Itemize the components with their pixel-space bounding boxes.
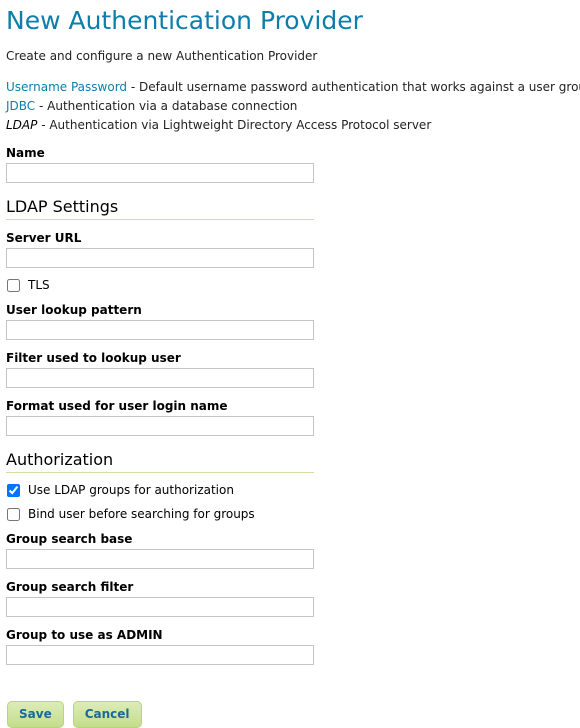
field-group-search-base: Group search base	[6, 532, 574, 569]
section-heading-authorization: Authorization	[6, 450, 314, 473]
group-search-filter-input[interactable]	[6, 597, 314, 617]
field-name: Name	[6, 146, 574, 183]
page-title: New Authentication Provider	[6, 6, 363, 35]
page-subtitle: Create and configure a new Authenticatio…	[6, 49, 318, 63]
use-ldap-groups-checkbox[interactable]	[7, 483, 20, 497]
group-search-base-input[interactable]	[6, 549, 314, 569]
tls-label[interactable]: TLS	[28, 278, 50, 292]
checkbox-row-bind-user-before-search: Bind user before searching for groups	[6, 507, 574, 521]
use-ldap-groups-label[interactable]: Use LDAP groups for authorization	[28, 483, 234, 497]
field-user-lookup-pattern: User lookup pattern	[6, 303, 574, 340]
filter-used-to-lookup-user-input[interactable]	[6, 368, 314, 388]
provider-separator: -	[35, 99, 48, 113]
filter-used-to-lookup-user-label: Filter used to lookup user	[6, 351, 181, 365]
provider-description: Default username password authentication…	[139, 80, 580, 94]
bind-user-before-search-label[interactable]: Bind user before searching for groups	[28, 507, 255, 521]
name-input[interactable]	[6, 163, 314, 183]
provider-list-item: JDBC - Authentication via a database con…	[6, 97, 574, 116]
server-url-input[interactable]	[6, 248, 314, 268]
cancel-button[interactable]: Cancel	[72, 701, 142, 728]
field-server-url: Server URL	[6, 231, 574, 268]
provider-description: Authentication via a database connection	[47, 99, 298, 113]
provider-list-item: LDAP - Authentication via Lightweight Di…	[6, 116, 574, 135]
user-lookup-pattern-label: User lookup pattern	[6, 303, 142, 317]
group-to-use-as-admin-label: Group to use as ADMIN	[6, 628, 163, 642]
field-group-to-use-as-admin: Group to use as ADMIN	[6, 628, 574, 665]
tls-checkbox[interactable]	[7, 278, 20, 292]
format-used-for-user-login-name-label: Format used for user login name	[6, 399, 228, 413]
field-group-search-filter: Group search filter	[6, 580, 574, 617]
provider-link-jdbc[interactable]: JDBC	[6, 99, 35, 113]
page-container: New Authentication Provider Create and c…	[0, 0, 580, 728]
name-label: Name	[6, 146, 45, 160]
provider-separator: -	[127, 80, 140, 94]
checkbox-row-tls: TLS	[6, 278, 574, 292]
provider-type-list: Username Password - Default username pas…	[6, 78, 580, 135]
format-used-for-user-login-name-input[interactable]	[6, 416, 314, 436]
provider-separator: -	[37, 118, 50, 132]
checkbox-row-use-ldap-groups: Use LDAP groups for authorization	[6, 483, 574, 497]
provider-link-username-password[interactable]: Username Password	[6, 80, 127, 94]
field-format-used-for-user-login-name: Format used for user login name	[6, 399, 574, 436]
group-search-base-label: Group search base	[6, 532, 133, 546]
group-to-use-as-admin-input[interactable]	[6, 645, 314, 665]
user-lookup-pattern-input[interactable]	[6, 320, 314, 340]
save-button[interactable]: Save	[7, 701, 64, 728]
section-heading-ldap-settings: LDAP Settings	[6, 197, 314, 220]
provider-description: Authentication via Lightweight Directory…	[49, 118, 432, 132]
server-url-label: Server URL	[6, 231, 82, 245]
form-button-bar: Save Cancel	[6, 701, 574, 728]
bind-user-before-search-checkbox[interactable]	[7, 507, 20, 521]
provider-list-item: Username Password - Default username pas…	[6, 78, 580, 97]
provider-current-ldap: LDAP	[6, 118, 38, 132]
group-search-filter-label: Group search filter	[6, 580, 134, 594]
field-filter-used-to-lookup-user: Filter used to lookup user	[6, 351, 574, 388]
